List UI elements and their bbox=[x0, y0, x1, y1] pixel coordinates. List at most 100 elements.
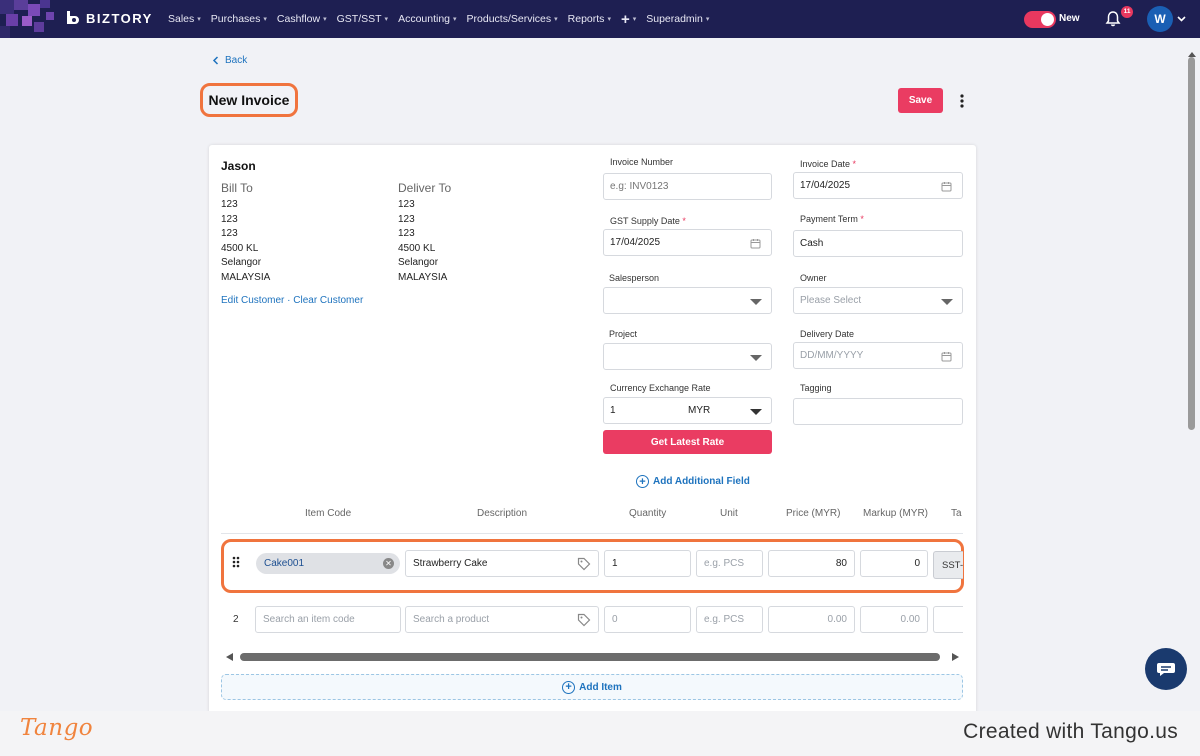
salesperson-label: Salesperson bbox=[609, 273, 660, 283]
user-avatar[interactable]: W bbox=[1147, 6, 1173, 32]
menu-purchases[interactable]: Purchases ▾ bbox=[211, 13, 267, 25]
bill-to-line: 4500 KL bbox=[221, 242, 259, 254]
back-link[interactable]: Back bbox=[212, 55, 247, 66]
chevron-down-icon[interactable] bbox=[1177, 14, 1186, 23]
save-button[interactable]: Save bbox=[898, 88, 943, 113]
scroll-right-arrow-icon[interactable] bbox=[952, 653, 959, 661]
delivery-date-field[interactable]: DD/MM/YYYY bbox=[793, 342, 963, 369]
payment-term-field[interactable]: Cash bbox=[793, 230, 963, 257]
brand-pixel-decoration bbox=[0, 0, 70, 38]
caret-down-icon bbox=[750, 355, 762, 361]
column-header-description: Description bbox=[477, 508, 528, 519]
owner-select[interactable]: Please Select bbox=[793, 287, 963, 314]
plus-circle-icon: + bbox=[636, 475, 649, 488]
menu-quick-add[interactable]: + ▾ bbox=[621, 11, 636, 28]
menu-gst-sst[interactable]: GST/SST ▾ bbox=[337, 13, 388, 25]
chevron-down-icon: ▾ bbox=[384, 16, 389, 23]
clear-icon[interactable]: ✕ bbox=[383, 558, 394, 569]
edit-customer-link[interactable]: Edit Customer bbox=[221, 295, 284, 306]
gst-supply-date-label: GST Supply Date * bbox=[610, 216, 686, 226]
add-additional-field-button[interactable]: + Add Additional Field bbox=[636, 475, 750, 488]
unit-field[interactable]: e.g. PCS bbox=[696, 606, 763, 633]
bill-to-line: 123 bbox=[221, 213, 238, 225]
salesperson-select[interactable] bbox=[603, 287, 772, 314]
delivery-date-placeholder: DD/MM/YYYY bbox=[800, 350, 864, 361]
menu-sales-label: Sales bbox=[168, 13, 195, 25]
add-additional-field-label: Add Additional Field bbox=[653, 476, 750, 487]
vertical-scrollbar[interactable] bbox=[1187, 52, 1197, 712]
gst-supply-date-field[interactable]: 17/04/2025 bbox=[603, 229, 772, 256]
markup-field[interactable]: 0.00 bbox=[860, 606, 928, 633]
payment-term-value: Cash bbox=[800, 238, 824, 249]
tax-select[interactable] bbox=[933, 606, 963, 633]
markup-field[interactable]: 0 bbox=[860, 550, 928, 577]
calendar-icon bbox=[750, 239, 761, 249]
column-header-item-code: Item Code bbox=[305, 508, 352, 519]
product-search-placeholder: Search a product bbox=[413, 614, 490, 625]
deliver-to-line: 123 bbox=[398, 228, 415, 239]
brand-logo[interactable]: BIZTORY bbox=[64, 9, 153, 27]
unit-field[interactable]: e.g. PCS bbox=[696, 550, 763, 577]
invoice-number-input[interactable] bbox=[603, 173, 772, 200]
tag-icon[interactable] bbox=[577, 557, 591, 571]
gst-supply-date-value: 17/04/2025 bbox=[610, 237, 661, 248]
menu-sales[interactable]: Sales ▾ bbox=[168, 13, 201, 25]
more-options-icon[interactable] bbox=[956, 93, 968, 109]
menu-reports[interactable]: Reports ▾ bbox=[568, 13, 611, 25]
caret-down-icon bbox=[750, 409, 762, 415]
required-marker: * bbox=[852, 159, 857, 169]
owner-label: Owner bbox=[800, 273, 827, 283]
scroll-left-arrow-icon[interactable] bbox=[226, 653, 233, 661]
bill-to-address: 123 123 123 4500 KL Selangor MALAYSIA bbox=[221, 198, 270, 285]
menu-products-services[interactable]: Products/Services ▾ bbox=[467, 13, 558, 25]
clear-customer-link[interactable]: Clear Customer bbox=[293, 295, 363, 306]
delivery-date-label: Delivery Date bbox=[800, 329, 855, 339]
bill-to-line: Selangor bbox=[221, 257, 262, 268]
top-navbar: BIZTORY Sales ▾ Purchases ▾ Cashflow ▾ GST/… bbox=[0, 0, 1200, 38]
chevron-down-icon: ▾ bbox=[554, 16, 558, 23]
price-field[interactable]: 0.00 bbox=[768, 606, 855, 633]
project-select[interactable] bbox=[603, 343, 772, 370]
tax-select[interactable]: SST- bbox=[933, 551, 963, 579]
notification-badge: 11 bbox=[1121, 6, 1133, 18]
quantity-field[interactable]: 1 bbox=[604, 550, 691, 577]
description-field[interactable]: Strawberry Cake bbox=[405, 550, 599, 577]
add-item-button[interactable]: + Add Item bbox=[221, 674, 963, 700]
tag-icon[interactable] bbox=[577, 613, 591, 627]
quantity-field[interactable]: 0 bbox=[604, 606, 691, 633]
project-label: Project bbox=[609, 329, 638, 339]
menu-cashflow[interactable]: Cashflow ▾ bbox=[277, 13, 327, 25]
table-header-divider bbox=[221, 533, 963, 534]
new-ui-toggle[interactable] bbox=[1024, 11, 1056, 28]
page-title-highlight: New Invoice bbox=[200, 83, 298, 117]
row-number: 2 bbox=[233, 614, 239, 625]
add-item-label: Add Item bbox=[579, 681, 622, 693]
menu-gst-sst-label: GST/SST bbox=[336, 13, 382, 25]
chevron-left-icon bbox=[212, 56, 219, 65]
column-header-quantity: Quantity bbox=[629, 508, 667, 519]
price-field[interactable]: 80 bbox=[768, 550, 855, 577]
menu-accounting[interactable]: Accounting ▾ bbox=[398, 13, 456, 25]
invoice-date-field[interactable]: 17/04/2025 bbox=[793, 172, 963, 199]
exchange-rate-field[interactable]: 1 MYR bbox=[603, 397, 772, 424]
get-latest-rate-button[interactable]: Get Latest Rate bbox=[603, 430, 772, 454]
menu-reports-label: Reports bbox=[567, 13, 605, 25]
item-code-chip[interactable]: Cake001 ✕ bbox=[256, 553, 400, 574]
page-title: New Invoice bbox=[208, 92, 290, 108]
invoice-number-label: Invoice Number bbox=[610, 157, 673, 167]
tagging-field[interactable] bbox=[793, 398, 963, 425]
scrollbar-thumb[interactable] bbox=[1188, 57, 1195, 430]
chat-support-button[interactable] bbox=[1145, 648, 1187, 690]
item-code-search-input[interactable]: Search an item code bbox=[255, 606, 401, 633]
plus-circle-icon: + bbox=[562, 680, 576, 694]
horizontal-scrollbar[interactable] bbox=[222, 650, 963, 664]
product-search-input[interactable]: Search a product bbox=[405, 606, 599, 633]
scrollbar-thumb[interactable] bbox=[240, 653, 940, 661]
menu-superadmin[interactable]: Superadmin ▾ bbox=[646, 13, 709, 25]
description-value: Strawberry Cake bbox=[413, 558, 488, 569]
bill-to-line: 123 bbox=[221, 199, 238, 210]
payment-term-label: Payment Term * bbox=[800, 214, 864, 224]
bell-icon[interactable] bbox=[1104, 10, 1122, 28]
drag-handle-icon[interactable] bbox=[232, 556, 240, 568]
currency-select[interactable]: MYR bbox=[688, 405, 710, 416]
